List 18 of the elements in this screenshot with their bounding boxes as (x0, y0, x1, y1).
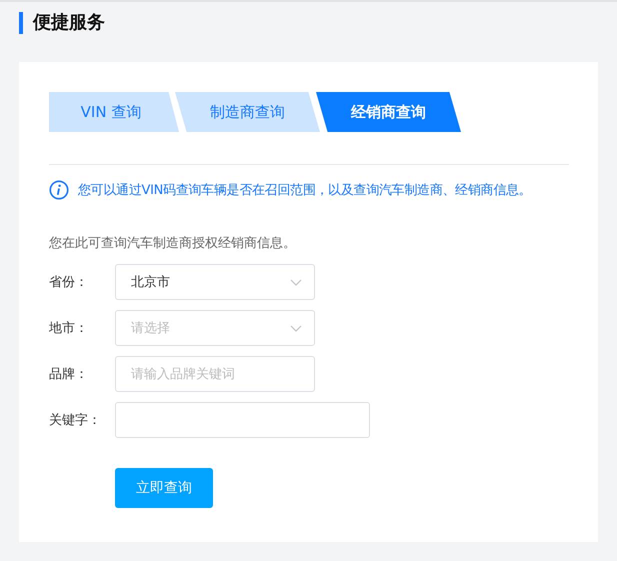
chevron-down-icon (290, 278, 302, 286)
field-label: 关键字： (49, 412, 102, 429)
intro-text: 您在此可查询汽车制造商授权经销商信息。 (49, 235, 297, 252)
chevron-down-icon (290, 324, 302, 332)
tab[interactable]: VIN 查询 (49, 92, 179, 132)
field-label: 省份： (49, 274, 89, 291)
search-button[interactable]: 立即查询 (115, 468, 213, 508)
notice-text: 您可以通过VIN码查询车辆是否在召回范围，以及查询汽车制造商、经销商信息。 (78, 182, 532, 199)
input-field[interactable] (115, 402, 370, 438)
select-field[interactable]: 请选择 (115, 310, 315, 346)
select-field[interactable]: 北京市 (115, 264, 315, 300)
input-field[interactable]: 请输入品牌关键词 (115, 356, 315, 392)
tab[interactable]: 经销商查询 (316, 92, 461, 132)
field-label: 品牌： (49, 366, 89, 383)
field-label: 地市： (49, 320, 89, 337)
info-icon (49, 180, 69, 200)
tab[interactable]: 制造商查询 (175, 92, 320, 132)
section-title: 便捷服务 (19, 12, 598, 34)
